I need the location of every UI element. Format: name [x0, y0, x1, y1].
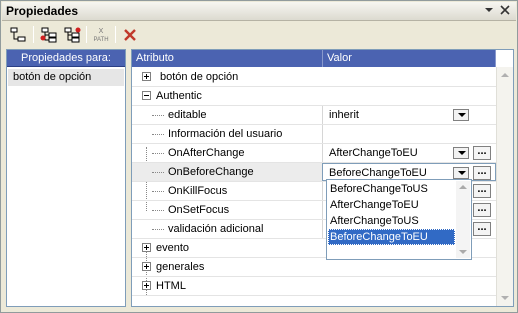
vertical-scrollbar[interactable] — [496, 67, 513, 306]
group-row-html[interactable]: HTML — [132, 277, 496, 296]
more-button[interactable]: ... — [473, 166, 491, 180]
scroll-down-icon[interactable] — [459, 250, 467, 254]
add-after-icon[interactable] — [61, 25, 83, 44]
xpath-icon[interactable]: X PATH — [90, 25, 112, 44]
more-button[interactable]: ... — [473, 184, 491, 198]
value-text: inherit — [329, 109, 359, 121]
expand-icon[interactable] — [142, 281, 151, 290]
row-label: OnBeforeChange — [168, 166, 254, 178]
row-label: generales — [156, 261, 205, 273]
value-cell[interactable]: inherit — [322, 106, 496, 124]
row-label: botón de opción — [160, 71, 239, 83]
dropdown-option[interactable]: AfterChangeToEU — [328, 197, 455, 213]
dropdown-option[interactable]: BeforeChangeToUS — [328, 181, 455, 197]
row-label: OnKillFocus — [168, 185, 228, 197]
scroll-down-icon[interactable] — [501, 296, 509, 300]
row-label: OnAfterChange — [168, 147, 245, 159]
dropdown-option-selected[interactable]: BeforeChangeToEU — [328, 229, 455, 245]
toolbar-separator — [86, 26, 87, 43]
properties-window: Propiedades X PATH Propiedades para: bot… — [0, 0, 518, 313]
component-item[interactable]: botón de opción — [8, 69, 124, 86]
value-cell[interactable]: AfterChangeToEU ... — [322, 144, 496, 162]
tree-connector — [152, 172, 164, 173]
expand-icon[interactable] — [142, 72, 151, 81]
properties-for-panel: Propiedades para: botón de opción — [6, 49, 126, 307]
dropdown-arrow-icon[interactable] — [482, 5, 496, 18]
expand-icon[interactable] — [142, 243, 151, 252]
toolbar-separator — [115, 26, 116, 43]
row-label: OnSetFocus — [168, 204, 230, 216]
attribute-row-informacion-del-usuario[interactable]: Información del usuario — [132, 125, 496, 144]
group-row-boton-de-opcion[interactable]: botón de opción — [132, 68, 496, 87]
scroll-up-icon[interactable] — [501, 73, 509, 77]
group-row-authentic[interactable]: Authentic — [132, 87, 496, 106]
tree-connector — [152, 134, 164, 135]
value-dropdown-list[interactable]: BeforeChangeToUS AfterChangeToEU AfterCh… — [326, 179, 472, 260]
toolbar: X PATH — [2, 22, 516, 46]
dropdown-arrow-icon[interactable] — [453, 147, 469, 159]
attribute-row-editable[interactable]: editable inherit — [132, 106, 496, 125]
tree-connector — [152, 115, 164, 116]
row-label: evento — [156, 242, 190, 254]
svg-text:X: X — [99, 28, 104, 35]
close-icon[interactable] — [498, 5, 512, 18]
dropdown-scrollbar[interactable] — [456, 181, 470, 258]
window-title: Propiedades — [6, 4, 79, 18]
dropdown-arrow-icon[interactable] — [453, 167, 469, 179]
more-button[interactable]: ... — [473, 203, 491, 217]
tree-view-icon[interactable] — [7, 25, 29, 44]
row-label: Información del usuario — [168, 128, 283, 140]
row-label: Authentic — [156, 90, 202, 102]
tree-connector — [152, 153, 164, 154]
attribute-row-onafterchange[interactable]: OnAfterChange AfterChangeToEU ... — [132, 144, 496, 163]
add-before-icon[interactable] — [38, 25, 60, 44]
tree-connector — [152, 191, 164, 192]
row-label: validación adicional — [168, 223, 264, 235]
delete-icon[interactable] — [119, 25, 141, 44]
toolbar-separator — [33, 26, 34, 43]
tree-connector — [152, 210, 164, 211]
title-bar: Propiedades — [2, 2, 516, 21]
row-label: HTML — [156, 280, 186, 292]
more-button[interactable]: ... — [473, 146, 491, 160]
collapse-icon[interactable] — [142, 91, 151, 100]
value-text: AfterChangeToEU — [329, 147, 418, 159]
group-row-generales[interactable]: generales — [132, 258, 496, 277]
column-header-attribute[interactable]: Atributo — [132, 50, 323, 67]
dropdown-option[interactable]: AfterChangeToUS — [328, 213, 455, 229]
tree-connector — [152, 229, 164, 230]
value-cell[interactable] — [322, 125, 496, 143]
scroll-up-icon[interactable] — [459, 185, 467, 189]
row-label: editable — [168, 109, 207, 121]
properties-for-header: Propiedades para: — [7, 50, 125, 67]
more-button[interactable]: ... — [473, 222, 491, 236]
column-header-value[interactable]: Valor — [323, 50, 496, 67]
svg-text:PATH: PATH — [93, 37, 108, 43]
expand-icon[interactable] — [142, 262, 151, 271]
dropdown-arrow-icon[interactable] — [453, 109, 469, 121]
attribute-grid: Atributo Valor botón de opción Authentic… — [131, 49, 514, 307]
